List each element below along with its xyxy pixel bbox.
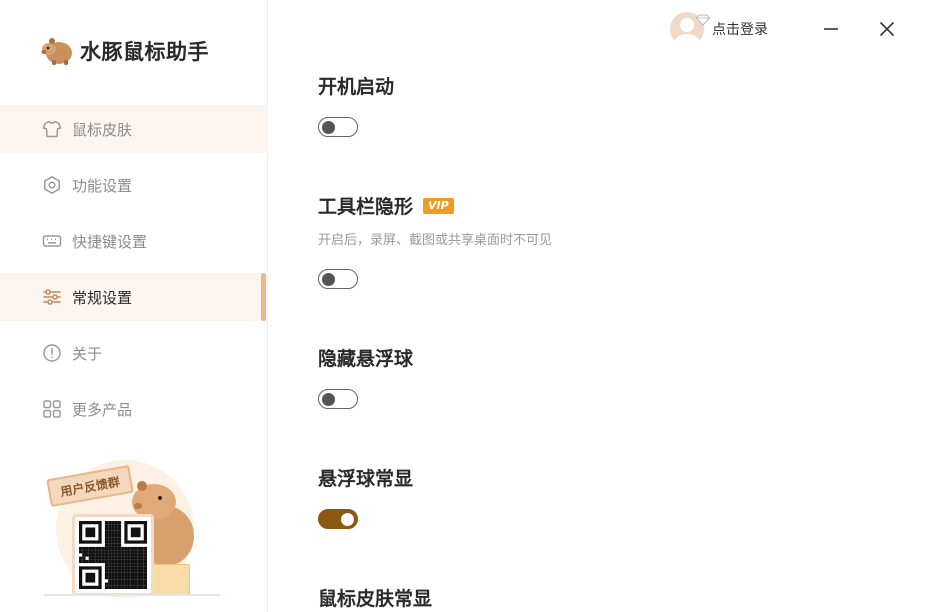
setting-title: 悬浮球常显 [318,468,414,490]
tshirt-icon [41,118,63,140]
sidebar-item-shortcut-settings[interactable]: 快捷键设置 [0,217,268,265]
toolbar-invisible-toggle[interactable] [318,269,358,289]
setting-auto-start: 开机启动 [318,72,394,99]
grid-icon [41,398,63,420]
hide-float-ball-toggle[interactable] [318,389,358,409]
brand: 水豚鼠标助手 [40,36,209,66]
sidebar-item-about[interactable]: 关于 [0,329,268,377]
auto-start-toggle[interactable] [318,117,358,137]
info-circle-icon [41,342,63,364]
setting-hide-float-ball: 隐藏悬浮球 [318,344,413,371]
sidebar-item-label: 鼠标皮肤 [72,120,133,139]
setting-float-ball-always-show: 悬浮球常显 [318,464,413,491]
float-ball-always-show-toggle[interactable] [318,509,358,529]
sidebar-item-label: 快捷键设置 [72,232,148,251]
sidebar-nav: 鼠标皮肤 功能设置 快捷键设置 常规设置 关于 更多产品 [0,105,268,441]
setting-title: 鼠标皮肤常显 [318,588,433,610]
setting-mouse-skin-always-show: 鼠标皮肤常显 [318,584,432,611]
setting-title: 隐藏悬浮球 [318,348,414,370]
feedback-base-line [44,594,220,596]
sidebar-item-more-products[interactable]: 更多产品 [0,385,268,433]
setting-description: 开启后，录屏、截图或共享桌面时不可见 [318,233,553,248]
capybara-logo-icon [41,38,72,65]
qr-code-icon [79,521,147,589]
app-title: 水豚鼠标助手 [80,40,209,64]
sidebar-item-label: 关于 [72,344,103,363]
sidebar-item-general-settings[interactable]: 常规设置 [0,273,268,321]
sidebar-item-label: 更多产品 [72,400,133,419]
hexagon-settings-icon [41,174,63,196]
sidebar-item-mouse-skin[interactable]: 鼠标皮肤 [0,105,268,153]
setting-toolbar-invisible: 工具栏隐形 VIP 开启后，录屏、截图或共享桌面时不可见 [318,192,552,248]
vip-badge: VIP [423,197,454,214]
general-settings-panel: 开机启动 工具栏隐形 VIP 开启后，录屏、截图或共享桌面时不可见 隐藏悬浮球 … [318,0,918,612]
cheese-block [148,564,190,596]
app-window: 水豚鼠标助手 鼠标皮肤 功能设置 快捷键设置 常规设置 关于 更多产品 用户反馈… [0,0,948,612]
feedback-qr-code [72,514,154,596]
feedback-group-card[interactable]: 用户反馈群 [44,452,224,602]
sidebar-item-label: 功能设置 [72,176,133,195]
sidebar: 水豚鼠标助手 鼠标皮肤 功能设置 快捷键设置 常规设置 关于 更多产品 用户反馈… [0,0,268,612]
sidebar-item-label: 常规设置 [72,288,133,307]
setting-title: 工具栏隐形 [318,196,414,218]
setting-title: 开机启动 [318,76,395,98]
sidebar-item-function-settings[interactable]: 功能设置 [0,161,268,209]
sliders-icon [41,286,63,308]
keyboard-icon [41,230,63,252]
